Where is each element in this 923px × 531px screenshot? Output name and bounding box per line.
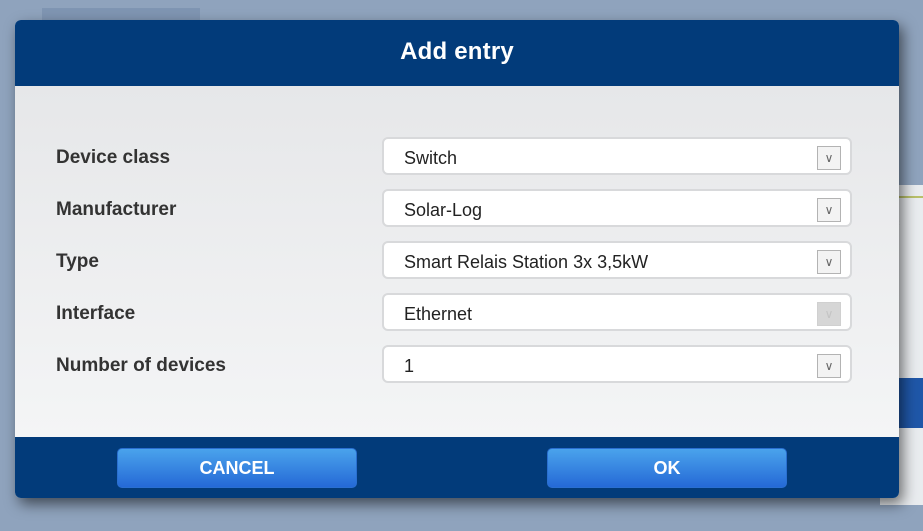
manufacturer-select[interactable]: Solar-Log ∨ <box>382 189 852 227</box>
field-type: Type Smart Relais Station 3x 3,5kW ∨ <box>15 241 899 281</box>
field-label: Interface <box>56 303 136 324</box>
type-select[interactable]: Smart Relais Station 3x 3,5kW ∨ <box>382 241 852 279</box>
chevron-down-icon[interactable]: ∨ <box>817 198 841 222</box>
field-label: Device class <box>56 147 171 168</box>
chevron-down-icon[interactable]: ∨ <box>817 354 841 378</box>
interface-select: Ethernet ∨ <box>382 293 852 331</box>
ok-button[interactable]: OK <box>547 448 787 488</box>
field-manufacturer: Manufacturer Solar-Log ∨ <box>15 189 899 229</box>
background-tab <box>42 8 200 20</box>
field-number-of-devices: Number of devices 1 ∨ <box>15 345 899 385</box>
dialog-body: Device class Switch ∨ Manufacturer Solar… <box>15 86 899 437</box>
number-of-devices-select[interactable]: 1 ∨ <box>382 345 852 383</box>
select-value: Smart Relais Station 3x 3,5kW <box>404 252 649 272</box>
field-device-class: Device class Switch ∨ <box>15 137 899 177</box>
add-entry-dialog: Add entry Device class Switch ∨ Manufact… <box>15 20 899 498</box>
select-value: Ethernet <box>404 304 473 324</box>
chevron-down-icon: ∨ <box>817 302 841 326</box>
select-value: Solar-Log <box>404 200 483 220</box>
device-class-select[interactable]: Switch ∨ <box>382 137 852 175</box>
dialog-title: Add entry <box>15 20 899 87</box>
dialog-footer: CANCEL OK <box>15 437 899 498</box>
field-label: Type <box>56 251 99 272</box>
select-value: 1 <box>404 356 415 376</box>
cancel-button[interactable]: CANCEL <box>117 448 357 488</box>
chevron-down-icon[interactable]: ∨ <box>817 250 841 274</box>
field-interface: Interface Ethernet ∨ <box>15 293 899 333</box>
select-value: Switch <box>404 148 458 168</box>
field-label: Manufacturer <box>56 199 177 220</box>
field-label: Number of devices <box>56 355 226 376</box>
chevron-down-icon[interactable]: ∨ <box>817 146 841 170</box>
